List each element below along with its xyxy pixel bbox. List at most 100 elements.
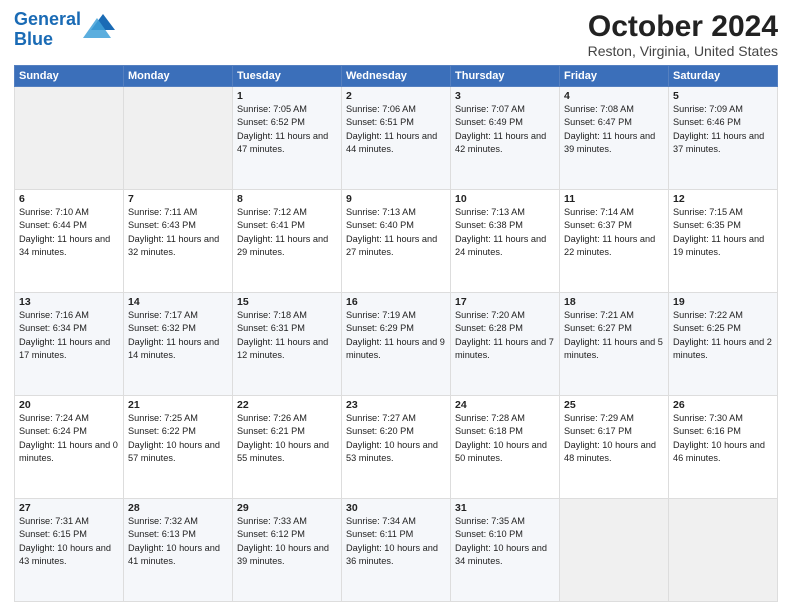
day-info: Sunrise: 7:05 AMSunset: 6:52 PMDaylight:… — [237, 103, 337, 156]
day-number: 18 — [564, 296, 664, 308]
col-friday: Friday — [560, 66, 669, 87]
sunrise-text: Sunrise: 7:11 AM — [128, 207, 197, 217]
sunrise-text: Sunrise: 7:26 AM — [237, 413, 307, 423]
daylight-text: Daylight: 10 hours and 34 minutes. — [455, 543, 547, 566]
daylight-text: Daylight: 11 hours and 7 minutes. — [455, 337, 554, 360]
sunrise-text: Sunrise: 7:27 AM — [346, 413, 416, 423]
sunset-text: Sunset: 6:22 PM — [128, 426, 196, 436]
sunrise-text: Sunrise: 7:07 AM — [455, 104, 525, 114]
table-row: 14Sunrise: 7:17 AMSunset: 6:32 PMDayligh… — [124, 293, 233, 396]
table-row: 15Sunrise: 7:18 AMSunset: 6:31 PMDayligh… — [233, 293, 342, 396]
sunrise-text: Sunrise: 7:05 AM — [237, 104, 307, 114]
sunset-text: Sunset: 6:47 PM — [564, 117, 632, 127]
sunrise-text: Sunrise: 7:13 AM — [455, 207, 525, 217]
table-row: 18Sunrise: 7:21 AMSunset: 6:27 PMDayligh… — [560, 293, 669, 396]
day-number: 13 — [19, 296, 119, 308]
day-number: 6 — [19, 193, 119, 205]
sunrise-text: Sunrise: 7:31 AM — [19, 516, 89, 526]
day-info: Sunrise: 7:34 AMSunset: 6:11 PMDaylight:… — [346, 515, 446, 568]
day-info: Sunrise: 7:29 AM Sunset: 6:17 PM Daylight:… — [564, 412, 664, 465]
sunset-text: Sunset: 6:43 PM — [128, 220, 196, 230]
table-row: 25Sunrise: 7:29 AMSunset: 6:17 PMDayligh… — [560, 396, 669, 499]
table-row: 12Sunrise: 7:15 AMSunset: 6:35 PMDayligh… — [669, 190, 778, 293]
daylight-text: Daylight: 11 hours and 19 minutes. — [673, 234, 764, 257]
daylight-text: Daylight: 11 hours and 14 minutes. — [128, 337, 219, 360]
day-info: Sunrise: 7:15 AMSunset: 6:35 PMDaylight:… — [673, 206, 773, 259]
sunset-text: Sunset: 6:32 PM — [128, 323, 196, 333]
daylight-text: Daylight: 11 hours and 32 minutes. — [128, 234, 219, 257]
day-info: Sunrise: 7:33 AMSunset: 6:12 PMDaylight:… — [237, 515, 337, 568]
table-row: 23Sunrise: 7:27 AMSunset: 6:20 PMDayligh… — [342, 396, 451, 499]
sunset-text: Sunset: 6:18 PM — [455, 426, 523, 436]
day-info: Sunrise: 7:25 AMSunset: 6:22 PMDaylight:… — [128, 412, 228, 465]
day-info: Sunrise: 7:24 AMSunset: 6:24 PMDaylight:… — [19, 412, 119, 465]
day-number: 22 — [237, 399, 337, 411]
sunset-text: Sunset: 6:12 PM — [237, 529, 305, 539]
day-number: 4 — [564, 90, 664, 102]
table-row — [15, 87, 124, 190]
daylight-text: Daylight: 11 hours and 29 minutes. — [237, 234, 328, 257]
day-number: 10 — [455, 193, 555, 205]
day-info: Sunrise: 7:13 AMSunset: 6:38 PMDaylight:… — [455, 206, 555, 259]
sunset-text: Sunset: 6:25 PM — [673, 323, 741, 333]
calendar-week-4: 27Sunrise: 7:31 AMSunset: 6:15 PMDayligh… — [15, 499, 778, 602]
calendar-week-2: 13Sunrise: 7:16 AMSunset: 6:34 PMDayligh… — [15, 293, 778, 396]
table-row: 24Sunrise: 7:28 AMSunset: 6:18 PMDayligh… — [451, 396, 560, 499]
table-row: 10Sunrise: 7:13 AMSunset: 6:38 PMDayligh… — [451, 190, 560, 293]
day-number: 16 — [346, 296, 446, 308]
sunrise-text: Sunrise: 7:08 AM — [564, 104, 634, 114]
day-number: 9 — [346, 193, 446, 205]
day-info: Sunrise: 7:12 AMSunset: 6:41 PMDaylight:… — [237, 206, 337, 259]
day-number: 11 — [564, 193, 664, 205]
day-info: Sunrise: 7:26 AM Sunset: 6:21 PM Daylight:… — [237, 412, 337, 465]
sunset-text: Sunset: 6:37 PM — [564, 220, 632, 230]
day-info: Sunrise: 7:11 AM Sunset: 6:43 PM Daylight:… — [128, 206, 228, 259]
daylight-text: Daylight: 10 hours and 41 minutes. — [128, 543, 220, 566]
daylight-text: Daylight: 10 hours and 50 minutes. — [455, 440, 547, 463]
sunrise-text: Sunrise: 7:09 AM — [673, 104, 743, 114]
table-row: 27Sunrise: 7:31 AMSunset: 6:15 PMDayligh… — [15, 499, 124, 602]
daylight-text: Daylight: 11 hours and 44 minutes. — [346, 131, 437, 154]
calendar-subtitle: Reston, Virginia, United States — [588, 43, 778, 59]
sunset-text: Sunset: 6:52 PM — [237, 117, 305, 127]
daylight-text: Daylight: 11 hours and 12 minutes. — [237, 337, 328, 360]
day-info: Sunrise: 7:32 AMSunset: 6:13 PMDaylight:… — [128, 515, 228, 568]
table-row: 26Sunrise: 7:30 AMSunset: 6:16 PMDayligh… — [669, 396, 778, 499]
sunrise-text: Sunrise: 7:18 AM — [237, 310, 307, 320]
sunrise-text: Sunrise: 7:13 AM — [346, 207, 416, 217]
day-info: Sunrise: 7:06 AMSunset: 6:51 PMDaylight:… — [346, 103, 446, 156]
sunrise-text: Sunrise: 7:10 AM — [19, 207, 89, 217]
col-tuesday: Tuesday — [233, 66, 342, 87]
sunset-text: Sunset: 6:38 PM — [455, 220, 523, 230]
sunset-text: Sunset: 6:10 PM — [455, 529, 523, 539]
sunrise-text: Sunrise: 7:24 AM — [19, 413, 89, 423]
sunset-text: Sunset: 6:21 PM — [237, 426, 305, 436]
sunset-text: Sunset: 6:44 PM — [19, 220, 87, 230]
daylight-text: Daylight: 10 hours and 55 minutes. — [237, 440, 329, 463]
table-row: 19Sunrise: 7:22 AMSunset: 6:25 PMDayligh… — [669, 293, 778, 396]
sunset-text: Sunset: 6:16 PM — [673, 426, 741, 436]
sunset-text: Sunset: 6:28 PM — [455, 323, 523, 333]
sunset-text: Sunset: 6:27 PM — [564, 323, 632, 333]
day-info: Sunrise: 7:14 AMSunset: 6:37 PMDaylight:… — [564, 206, 664, 259]
sunrise-text: Sunrise: 7:21 AM — [564, 310, 634, 320]
sunrise-text: Sunrise: 7:32 AM — [128, 516, 198, 526]
daylight-text: Daylight: 11 hours and 42 minutes. — [455, 131, 546, 154]
day-number: 26 — [673, 399, 773, 411]
day-number: 15 — [237, 296, 337, 308]
sunrise-text: Sunrise: 7:16 AM — [19, 310, 89, 320]
sunset-text: Sunset: 6:17 PM — [564, 426, 632, 436]
day-number: 27 — [19, 502, 119, 514]
table-row: 8Sunrise: 7:12 AMSunset: 6:41 PMDaylight… — [233, 190, 342, 293]
sunrise-text: Sunrise: 7:17 AM — [128, 310, 198, 320]
col-wednesday: Wednesday — [342, 66, 451, 87]
table-row: 6Sunrise: 7:10 AMSunset: 6:44 PMDaylight… — [15, 190, 124, 293]
sunrise-text: Sunrise: 7:25 AM — [128, 413, 198, 423]
day-info: Sunrise: 7:35 AMSunset: 6:10 PMDaylight:… — [455, 515, 555, 568]
sunrise-text: Sunrise: 7:29 AM — [564, 413, 634, 423]
calendar-title: October 2024 — [588, 10, 778, 43]
table-row: 5Sunrise: 7:09 AMSunset: 6:46 PMDaylight… — [669, 87, 778, 190]
sunrise-text: Sunrise: 7:33 AM — [237, 516, 307, 526]
daylight-text: Daylight: 10 hours and 43 minutes. — [19, 543, 111, 566]
daylight-text: Daylight: 10 hours and 48 minutes. — [564, 440, 656, 463]
